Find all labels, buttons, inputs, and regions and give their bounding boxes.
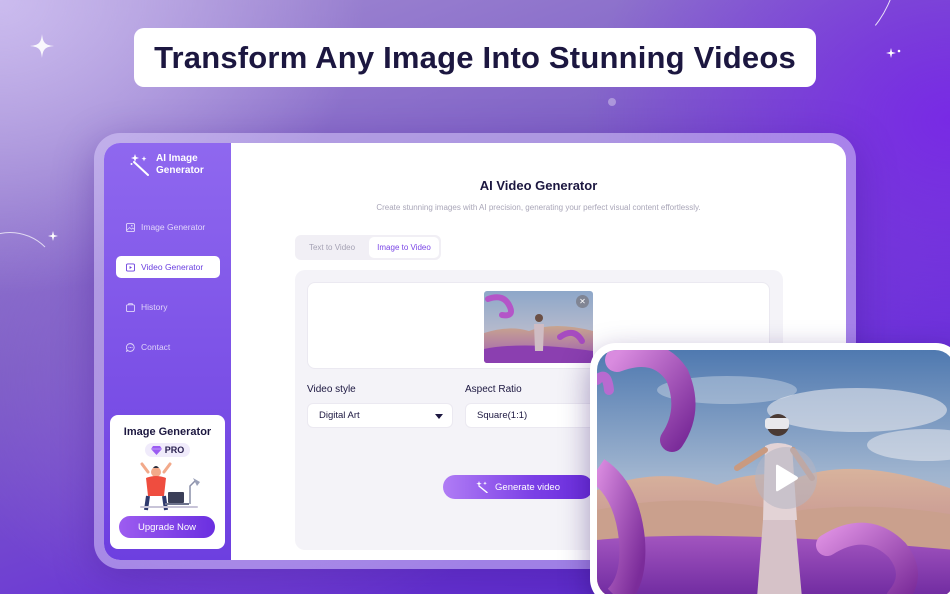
sidebar-item-video-generator[interactable]: Video Generator	[116, 256, 220, 278]
upgrade-now-button[interactable]: Upgrade Now	[119, 516, 215, 538]
generate-video-label: Generate video	[495, 481, 560, 493]
magic-wand-icon	[130, 154, 149, 176]
sidebar-item-label: Image Generator	[141, 222, 206, 232]
sparkle-icon	[606, 95, 618, 113]
sparkle-icon	[886, 46, 902, 64]
app-logo-text: AI Image Generator	[156, 153, 204, 176]
video-style-select[interactable]: Digital Art	[307, 403, 453, 428]
sidebar-item-label: Video Generator	[141, 262, 204, 272]
sidebar-item-contact[interactable]: Contact	[116, 336, 220, 358]
chevron-down-icon	[435, 414, 443, 419]
play-button[interactable]	[755, 447, 817, 509]
pro-badge: PRO	[144, 443, 191, 457]
aspect-ratio-value: Square(1:1)	[477, 410, 528, 421]
uploaded-image-thumbnail: ✕	[484, 291, 593, 363]
page-subtitle: Create stunning images with AI precision…	[376, 203, 701, 212]
sparkle-icon	[30, 34, 54, 63]
person-laptop-illustration	[140, 462, 200, 511]
page-title: AI Video Generator	[479, 178, 598, 193]
pro-promo-card: Image Generator PRO Upgrade Now	[110, 415, 225, 549]
video-style-label: Video style	[307, 384, 356, 395]
diamond-icon	[150, 445, 162, 455]
play-icon	[776, 464, 798, 492]
video-preview[interactable]	[597, 350, 950, 594]
tab-text-to-video[interactable]: Text to Video	[297, 237, 367, 258]
image-icon	[126, 222, 135, 232]
promo-title: Image Generator	[123, 426, 212, 438]
sidebar-item-history[interactable]: History	[116, 296, 220, 318]
sidebar-item-image-generator[interactable]: Image Generator	[116, 216, 220, 238]
video-style-value: Digital Art	[319, 410, 360, 421]
aspect-ratio-label: Aspect Ratio	[465, 384, 522, 395]
sidebar-item-label: Contact	[141, 342, 171, 352]
sidebar: AI Image Generator Image Generator Video…	[104, 143, 231, 560]
orbit-arc	[0, 232, 60, 332]
magic-wand-icon	[476, 481, 488, 493]
pro-badge-label: PRO	[164, 445, 185, 455]
sidebar-item-label: History	[141, 302, 168, 312]
video-icon	[126, 262, 135, 272]
headline-banner: Transform Any Image Into Stunning Videos	[134, 28, 816, 87]
generate-video-button[interactable]: Generate video	[443, 475, 593, 499]
video-preview-card	[590, 343, 950, 594]
remove-image-button[interactable]: ✕	[576, 295, 589, 308]
sparkle-icon	[48, 228, 58, 246]
app-logo[interactable]: AI Image Generator	[130, 153, 206, 177]
history-icon	[126, 302, 135, 312]
chat-icon	[126, 342, 135, 352]
tab-image-to-video[interactable]: Image to Video	[369, 237, 439, 258]
mode-tabs: Text to Video Image to Video	[295, 235, 441, 260]
